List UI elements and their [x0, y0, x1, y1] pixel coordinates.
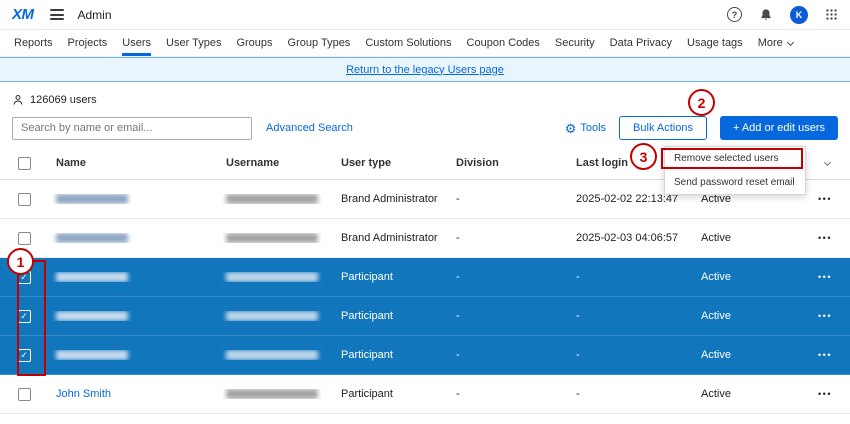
- user-count-row: 126069 users: [12, 94, 850, 106]
- division-cell: -: [448, 232, 568, 244]
- row-checkbox[interactable]: [18, 193, 31, 206]
- column-header-division[interactable]: Division: [448, 157, 568, 169]
- tab-groups[interactable]: Groups: [236, 30, 272, 56]
- division-cell: -: [448, 388, 568, 400]
- redacted-username: [226, 233, 318, 243]
- tab-user-types[interactable]: User Types: [166, 30, 221, 56]
- redacted-username: [226, 350, 318, 360]
- user-count-label: 126069 users: [30, 94, 97, 106]
- division-cell: -: [448, 349, 568, 361]
- last-login-cell: 2025-02-03 04:06:57: [568, 232, 693, 244]
- redacted-name: [56, 194, 128, 204]
- redacted-username: [226, 194, 318, 204]
- row-actions-menu[interactable]: •••: [800, 311, 850, 321]
- hamburger-menu-icon[interactable]: [50, 7, 64, 23]
- menu-item-send-password-reset-email[interactable]: Send password reset email: [665, 170, 805, 194]
- tab-projects[interactable]: Projects: [68, 30, 108, 56]
- column-header-username[interactable]: Username: [218, 157, 333, 169]
- row-actions-menu[interactable]: •••: [800, 272, 850, 282]
- legacy-users-link[interactable]: Return to the legacy Users page: [346, 64, 504, 76]
- division-cell: -: [448, 271, 568, 283]
- redacted-name: [56, 233, 128, 243]
- help-icon[interactable]: ?: [727, 7, 742, 22]
- division-cell: -: [448, 193, 568, 205]
- status-cell: Active: [693, 271, 800, 283]
- division-cell: -: [448, 310, 568, 322]
- row-checkbox[interactable]: [18, 232, 31, 245]
- bulk-actions-button[interactable]: Bulk Actions: [619, 116, 707, 140]
- tab-reports[interactable]: Reports: [14, 30, 53, 56]
- add-or-edit-users-button[interactable]: + Add or edit users: [720, 116, 838, 140]
- user-type-cell: Participant: [333, 271, 448, 283]
- select-all-checkbox[interactable]: [18, 157, 31, 170]
- status-cell: Active: [693, 310, 800, 322]
- row-checkbox[interactable]: [18, 388, 31, 401]
- row-actions-menu[interactable]: •••: [800, 233, 850, 243]
- last-login-cell: -: [568, 349, 693, 361]
- notifications-bell-icon[interactable]: [759, 8, 773, 22]
- row-actions-menu[interactable]: •••: [800, 389, 850, 399]
- user-avatar[interactable]: K: [790, 6, 808, 24]
- annotation-box-remove-users: [661, 148, 803, 169]
- table-row: ✓Participant--Active•••: [0, 258, 850, 297]
- redacted-name: [56, 350, 128, 360]
- user-type-cell: Brand Administrator: [333, 193, 448, 205]
- last-login-cell: -: [568, 388, 693, 400]
- table-row: Brand Administrator-2025-02-03 04:06:57A…: [0, 219, 850, 258]
- tab-custom-solutions[interactable]: Custom Solutions: [365, 30, 451, 56]
- status-cell: Active: [693, 232, 800, 244]
- tab-security[interactable]: Security: [555, 30, 595, 56]
- user-type-cell: Participant: [333, 349, 448, 361]
- redacted-username: [226, 272, 318, 282]
- redacted-name: [56, 272, 128, 282]
- xm-logo: XM: [12, 6, 34, 23]
- apps-grid-icon[interactable]: [825, 8, 838, 21]
- status-cell: Active: [693, 349, 800, 361]
- chevron-down-icon: [787, 38, 794, 45]
- annotation-step-3: 3: [630, 143, 657, 170]
- redacted-username: [226, 389, 318, 399]
- user-type-cell: Participant: [333, 388, 448, 400]
- tab-users[interactable]: Users: [122, 30, 151, 56]
- person-icon: [12, 94, 24, 106]
- legacy-banner: Return to the legacy Users page: [0, 57, 850, 82]
- row-actions-menu[interactable]: •••: [800, 194, 850, 204]
- annotation-step-1: 1: [7, 248, 34, 275]
- last-login-cell: -: [568, 271, 693, 283]
- annotation-box-checkboxes: [17, 260, 46, 376]
- page-title: Admin: [78, 8, 112, 22]
- advanced-search-link[interactable]: Advanced Search: [266, 122, 353, 134]
- top-bar: XM Admin ? K: [0, 0, 850, 30]
- nav-tabs: Reports Projects Users User Types Groups Grou…: [0, 30, 850, 57]
- tools-button[interactable]: ⚙ Tools: [565, 122, 606, 135]
- redacted-name: [56, 311, 128, 321]
- annotation-step-2: 2: [688, 89, 715, 116]
- tab-data-privacy[interactable]: Data Privacy: [610, 30, 672, 56]
- search-input[interactable]: [12, 117, 252, 140]
- chevron-down-icon: [824, 158, 831, 165]
- redacted-username: [226, 311, 318, 321]
- user-name-link[interactable]: John Smith: [56, 388, 111, 400]
- gear-icon: ⚙: [565, 122, 577, 135]
- status-cell: Active: [693, 388, 800, 400]
- row-actions-menu[interactable]: •••: [800, 350, 850, 360]
- column-header-name[interactable]: Name: [48, 157, 218, 169]
- table-row: John SmithParticipant--Active•••: [0, 375, 850, 414]
- last-login-cell: -: [568, 310, 693, 322]
- table-row: ✓Participant--Active•••: [0, 336, 850, 375]
- column-settings-caret[interactable]: [800, 160, 850, 167]
- user-type-cell: Brand Administrator: [333, 232, 448, 244]
- user-type-cell: Participant: [333, 310, 448, 322]
- table-body: Brand Administrator-2025-02-02 22:13:47A…: [0, 180, 850, 414]
- table-row: ✓Participant--Active•••: [0, 297, 850, 336]
- toolbar: Advanced Search ⚙ Tools Bulk Actions + A…: [12, 116, 838, 140]
- admin-users-page: XM Admin ? K Reports Projects Users User Ty…: [0, 0, 850, 424]
- tab-usage-tags[interactable]: Usage tags: [687, 30, 743, 56]
- tab-group-types[interactable]: Group Types: [288, 30, 351, 56]
- column-header-user-type[interactable]: User type: [333, 157, 448, 169]
- tab-coupon-codes[interactable]: Coupon Codes: [467, 30, 540, 56]
- tab-more[interactable]: More: [758, 30, 793, 56]
